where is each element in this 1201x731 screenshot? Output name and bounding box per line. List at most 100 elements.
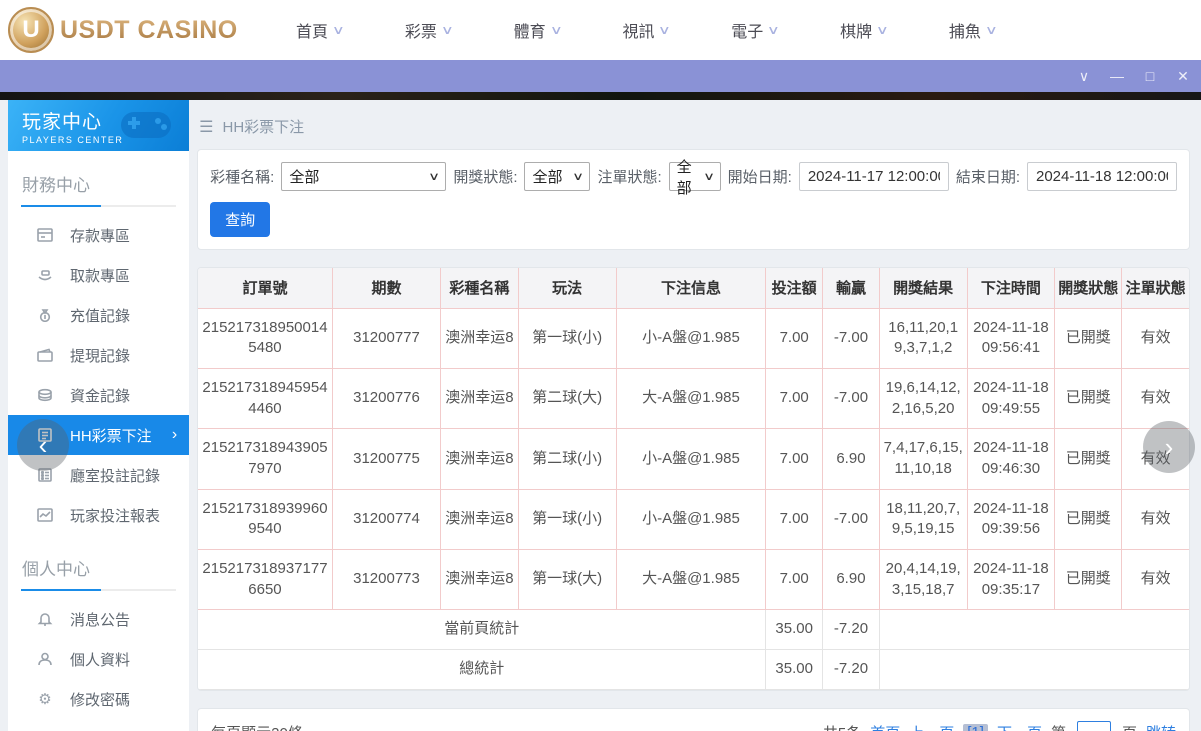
background-image-strip: [0, 92, 1201, 100]
sidebar-item-announcements[interactable]: 消息公告: [8, 599, 189, 639]
winloss-cell: -7.00: [822, 368, 880, 430]
draw-status-cell: 已開獎: [1054, 489, 1123, 551]
gamepad-icon: [121, 112, 172, 138]
section-title: 財務中心: [22, 176, 90, 195]
draw-status-select[interactable]: 全部 ∨: [524, 162, 591, 191]
next-page-link[interactable]: 下一页: [997, 722, 1042, 731]
column-header: 期數: [332, 268, 442, 309]
draw-result-cell: 20,4,14,19,3,15,18,7: [879, 549, 968, 611]
menu-item-slots[interactable]: 電子 ∨: [731, 18, 780, 42]
summary-empty-cell: [879, 609, 1189, 651]
table-row: 2152173189439057970 31200775 澳洲幸运8 第二球(小…: [198, 428, 1189, 490]
sidebar-item-funds-record[interactable]: 資金記錄: [8, 375, 189, 415]
order-status-select[interactable]: 全部 ∨: [668, 159, 721, 197]
page-number-input[interactable]: [1076, 720, 1111, 731]
period-cell: 31200776: [332, 368, 442, 430]
jump-action-link[interactable]: 跳转: [1146, 722, 1176, 731]
lottery-name-cell: 澳洲幸运8: [440, 549, 519, 611]
order-status-cell: 有效: [1121, 308, 1189, 369]
winloss-cell: 6.90: [822, 549, 880, 611]
menu-item-sports[interactable]: 體育 ∨: [514, 18, 563, 42]
lottery-name-cell: 澳洲幸运8: [440, 428, 519, 490]
draw-status-cell: 已開獎: [1054, 308, 1123, 369]
bet-info-cell: 小-A盤@1.985: [616, 308, 767, 369]
start-date-input[interactable]: [798, 162, 949, 191]
current-page-indicator: [1]: [963, 724, 988, 731]
sidebar-item-cashout-record[interactable]: 提現記錄: [8, 335, 189, 375]
minimize-button[interactable]: —: [1109, 68, 1125, 85]
chevron-down-icon: ∨: [702, 171, 715, 183]
bet-time-cell: 2024-11-18 09:46:30: [967, 428, 1056, 490]
main-menu: 首頁 ∨ 彩票 ∨ 體育 ∨ 視訊 ∨ 電子 ∨ 棋牌 ∨ 捕魚 ∨: [296, 18, 998, 42]
order-status-cell: 有效: [1121, 368, 1189, 430]
summary-label: 總統計: [198, 649, 767, 690]
maximize-button[interactable]: □: [1142, 68, 1158, 85]
summary-bet-total: 35.00: [765, 649, 824, 690]
bets-table-panel: 訂單號 期數 彩種名稱 玩法 下注信息 投注額 輸贏 開獎結果 下注時間 開獎狀…: [197, 267, 1190, 691]
brand-logo[interactable]: U USDT CASINO: [8, 7, 238, 53]
chevron-down-icon: ∨: [331, 23, 346, 37]
end-date-input[interactable]: [1027, 162, 1177, 191]
sidebar-item-deposit[interactable]: 存款專區: [8, 215, 189, 255]
column-header: 注單狀態: [1121, 268, 1189, 309]
logo-coin-icon: U: [8, 7, 54, 53]
sidebar-item-change-password[interactable]: ⚙ 修改密碼: [8, 679, 189, 719]
column-header: 開獎狀態: [1054, 268, 1123, 309]
table-row: 2152173189399609540 31200774 澳洲幸运8 第一球(小…: [198, 489, 1189, 551]
window-titlebar: ∨ — □ ✕: [0, 60, 1201, 92]
order-no-cell: 2152173189371776650: [198, 549, 333, 611]
section-personal-center: 個人中心 消息公告 個人資料 ⚙ 修改密碼: [8, 551, 189, 719]
recharge-record-icon: [36, 308, 54, 322]
first-page-link[interactable]: 首页: [870, 722, 900, 731]
menu-item-home[interactable]: 首頁 ∨: [296, 18, 346, 42]
chevron-down-icon[interactable]: ∨: [1076, 68, 1092, 85]
menu-item-fishing[interactable]: 捕魚 ∨: [949, 18, 998, 42]
chevron-down-icon: ∨: [984, 23, 998, 37]
sidebar-item-withdraw[interactable]: 取款專區: [8, 255, 189, 295]
search-button[interactable]: 查詢: [210, 202, 271, 237]
summary-empty-cell: [879, 649, 1189, 690]
bet-amount-cell: 7.00: [765, 549, 824, 611]
logo-text: USDT CASINO: [60, 15, 238, 44]
menu-item-lottery[interactable]: 彩票 ∨: [405, 18, 454, 42]
draw-result-cell: 16,11,20,19,3,7,1,2: [879, 308, 968, 369]
page-summary-row: 當前頁統計 35.00 -7.20: [198, 609, 1189, 651]
prev-page-link[interactable]: 上一页: [909, 722, 954, 731]
column-header: 下注信息: [616, 268, 767, 309]
collapse-sidebar-button[interactable]: ‹: [17, 419, 69, 471]
order-status-cell: 有效: [1121, 489, 1189, 551]
bet-info-cell: 小-A盤@1.985: [616, 428, 767, 490]
bet-amount-cell: 7.00: [765, 368, 824, 430]
close-button[interactable]: ✕: [1175, 68, 1191, 85]
chevron-down-icon: ∨: [428, 171, 441, 183]
section-finance-center: 財務中心 存款專區 取款專區 充值記錄 提現記錄 資金記錄 HH彩票下注 › 廳…: [8, 167, 190, 535]
expand-panel-button[interactable]: ›: [1143, 421, 1195, 473]
bell-icon: [36, 612, 54, 626]
chevron-down-icon: ∨: [572, 171, 585, 183]
play-type-cell: 第一球(大): [518, 549, 617, 611]
draw-result-cell: 18,11,20,7,9,5,19,15: [879, 489, 968, 551]
start-date-label: 開始日期:: [727, 169, 792, 186]
bet-info-cell: 小-A盤@1.985: [616, 489, 767, 551]
lottery-name-select[interactable]: 全部 ∨: [281, 162, 447, 191]
pagination-bar: 每頁顯示20條 共5条 首页 上一页 [1] 下一页 第 页 跳转: [197, 707, 1190, 731]
menu-item-cards[interactable]: 棋牌 ∨: [840, 18, 889, 42]
chevron-down-icon: ∨: [549, 23, 563, 37]
menu-toggle-icon[interactable]: ☰: [199, 117, 213, 137]
sidebar-item-bet-report[interactable]: 玩家投注報表: [8, 495, 189, 535]
jump-prefix-label: 第: [1051, 722, 1066, 731]
column-header: 投注額: [765, 268, 824, 309]
cashout-record-icon: [36, 348, 54, 362]
sidebar-item-profile[interactable]: 個人資料: [8, 639, 189, 679]
sidebar-header: 玩家中心 PLAYERS CENTER: [8, 100, 190, 151]
column-header: 彩種名稱: [440, 268, 519, 309]
per-page-label: 每頁顯示20條: [211, 722, 303, 731]
sidebar-item-recharge-record[interactable]: 充值記錄: [8, 295, 189, 335]
menu-item-live[interactable]: 視訊 ∨: [622, 18, 671, 42]
deposit-icon: [36, 228, 54, 242]
bet-time-cell: 2024-11-18 09:56:41: [967, 308, 1056, 369]
chevron-right-icon: ›: [171, 426, 178, 443]
window-controls: ∨ — □ ✕: [1076, 68, 1191, 85]
bet-time-cell: 2024-11-18 09:49:55: [967, 368, 1056, 430]
play-type-cell: 第一球(小): [518, 489, 617, 551]
